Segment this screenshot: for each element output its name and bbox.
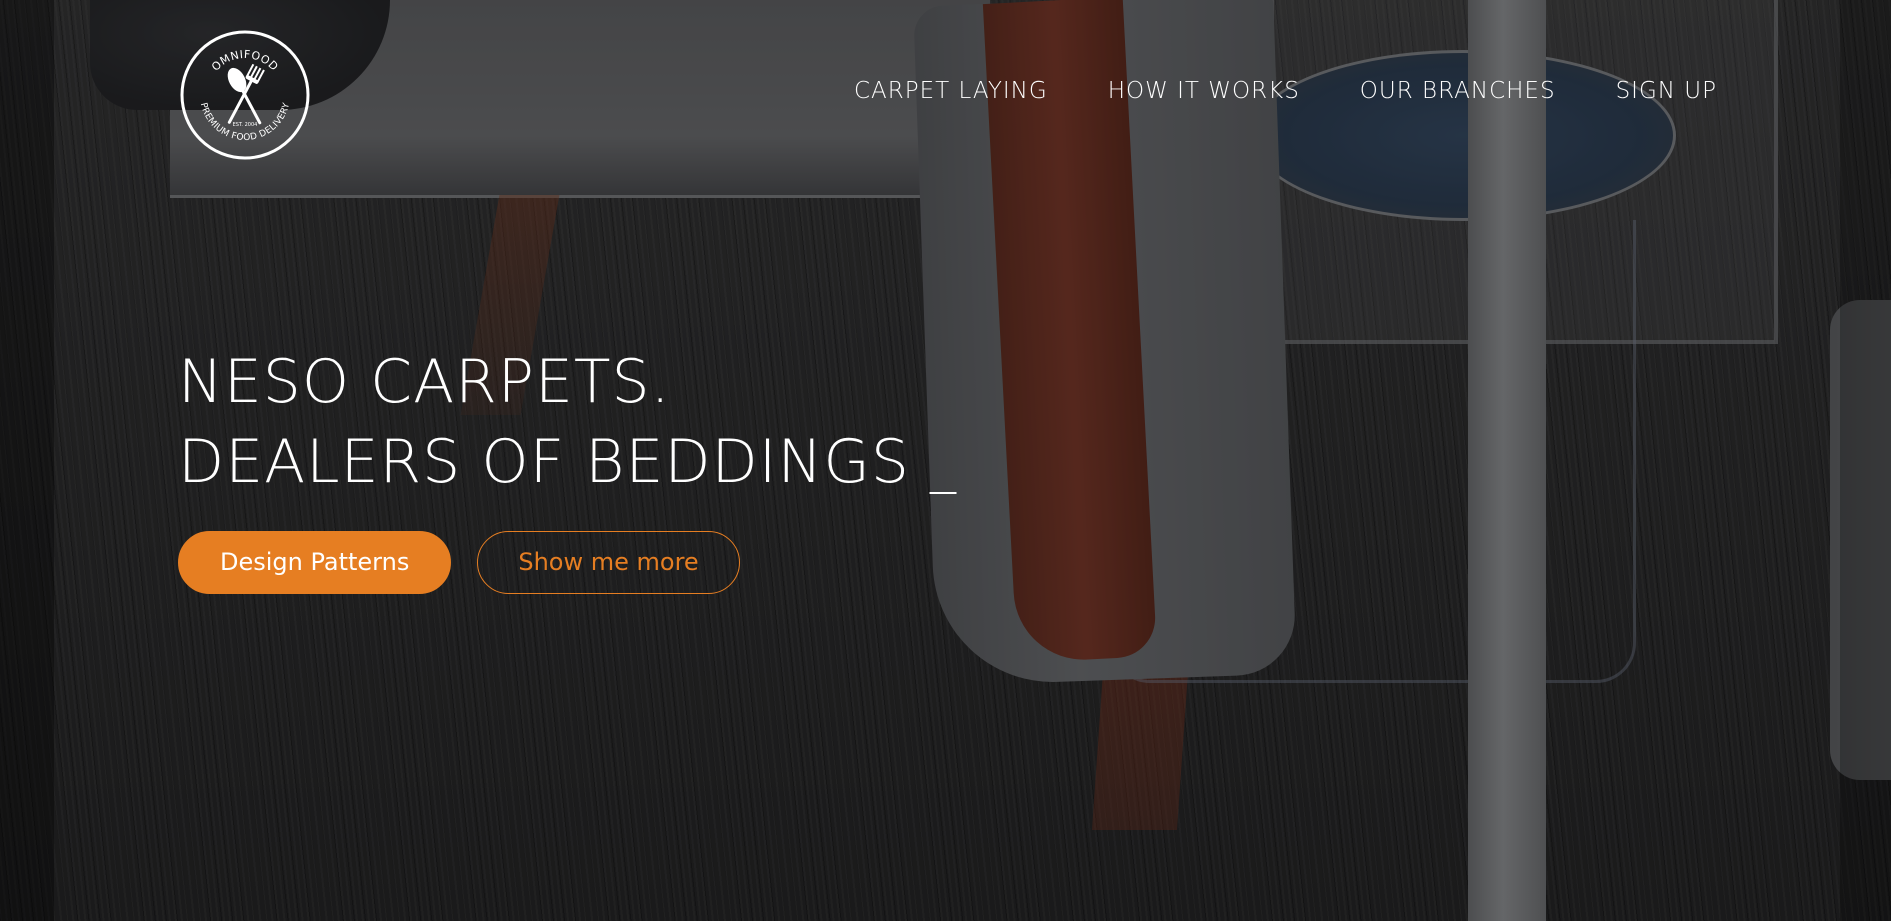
nav-link-sign-up[interactable]: SIGN UP	[1616, 78, 1717, 104]
logo[interactable]: OMNIFOOD PREMIUM FOOD DELIVERY EST. 2004	[178, 28, 312, 162]
hero-buttons: Design Patterns Show me more	[178, 531, 957, 594]
typing-cursor: _	[930, 435, 957, 495]
nav-link-how-it-works[interactable]: HOW IT WORKS	[1108, 78, 1300, 104]
nav-item-carpet-laying: CARPET LAYING	[854, 78, 1048, 104]
nav-link-carpet-laying[interactable]: CARPET LAYING	[854, 78, 1048, 104]
hero-headline: NESO CARPETS. DEALERS OF BEDDINGS _	[178, 342, 957, 505]
headline-line-2: DEALERS OF BEDDINGS	[178, 427, 910, 497]
headline-line-1: NESO CARPETS.	[178, 347, 671, 417]
show-me-more-button[interactable]: Show me more	[477, 531, 740, 594]
svg-text:OMNIFOOD: OMNIFOOD	[209, 48, 281, 74]
hero-section: OMNIFOOD PREMIUM FOOD DELIVERY EST. 2004	[0, 0, 1891, 921]
nav-link-our-branches[interactable]: OUR BRANCHES	[1360, 78, 1556, 104]
nav-item-our-branches: OUR BRANCHES	[1360, 78, 1556, 104]
svg-text:EST. 2004: EST. 2004	[233, 122, 258, 128]
nav-item-sign-up: SIGN UP	[1616, 78, 1717, 104]
nav-item-how-it-works: HOW IT WORKS	[1108, 78, 1300, 104]
main-nav: CARPET LAYING HOW IT WORKS OUR BRANCHES …	[854, 78, 1717, 104]
design-patterns-button[interactable]: Design Patterns	[178, 531, 452, 594]
omnifood-logo-icon: OMNIFOOD PREMIUM FOOD DELIVERY EST. 2004	[180, 30, 310, 160]
hero-text-box: NESO CARPETS. DEALERS OF BEDDINGS _ Desi…	[178, 342, 957, 594]
